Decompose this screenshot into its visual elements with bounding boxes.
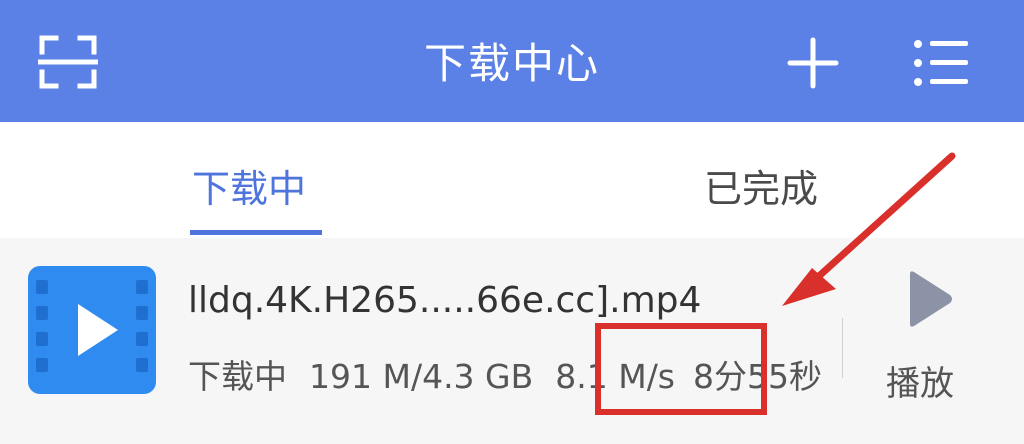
tab-completed[interactable]: 已完成 [704, 158, 818, 213]
play-icon [910, 271, 952, 327]
active-tab-indicator [190, 230, 322, 235]
download-list: lldq.4K.H265.....66e.cc].mp4 下载中 191 M/4.… [0, 238, 1024, 444]
tab-downloading[interactable]: 下载中 [192, 158, 306, 213]
speed-highlight-box [595, 323, 767, 415]
download-item[interactable]: lldq.4K.H265.....66e.cc].mp4 下载中 191 M/4.… [0, 238, 1024, 444]
item-divider [842, 318, 843, 378]
menu-list-icon[interactable] [912, 36, 970, 90]
play-label: 播放 [886, 364, 954, 404]
file-name: lldq.4K.H265.....66e.cc].mp4 [188, 280, 702, 321]
video-file-icon [28, 266, 156, 394]
page-title: 下载中心 [423, 39, 600, 88]
top-app-bar: 下载中心 [0, 0, 1024, 122]
download-size-progress: 191 M/4.3 GB [309, 357, 534, 396]
download-status: 下载中 [188, 357, 287, 396]
tab-bar: 下载中 已完成 [0, 122, 1024, 238]
add-icon[interactable] [786, 36, 840, 90]
play-button[interactable]: 播放 [884, 268, 974, 408]
